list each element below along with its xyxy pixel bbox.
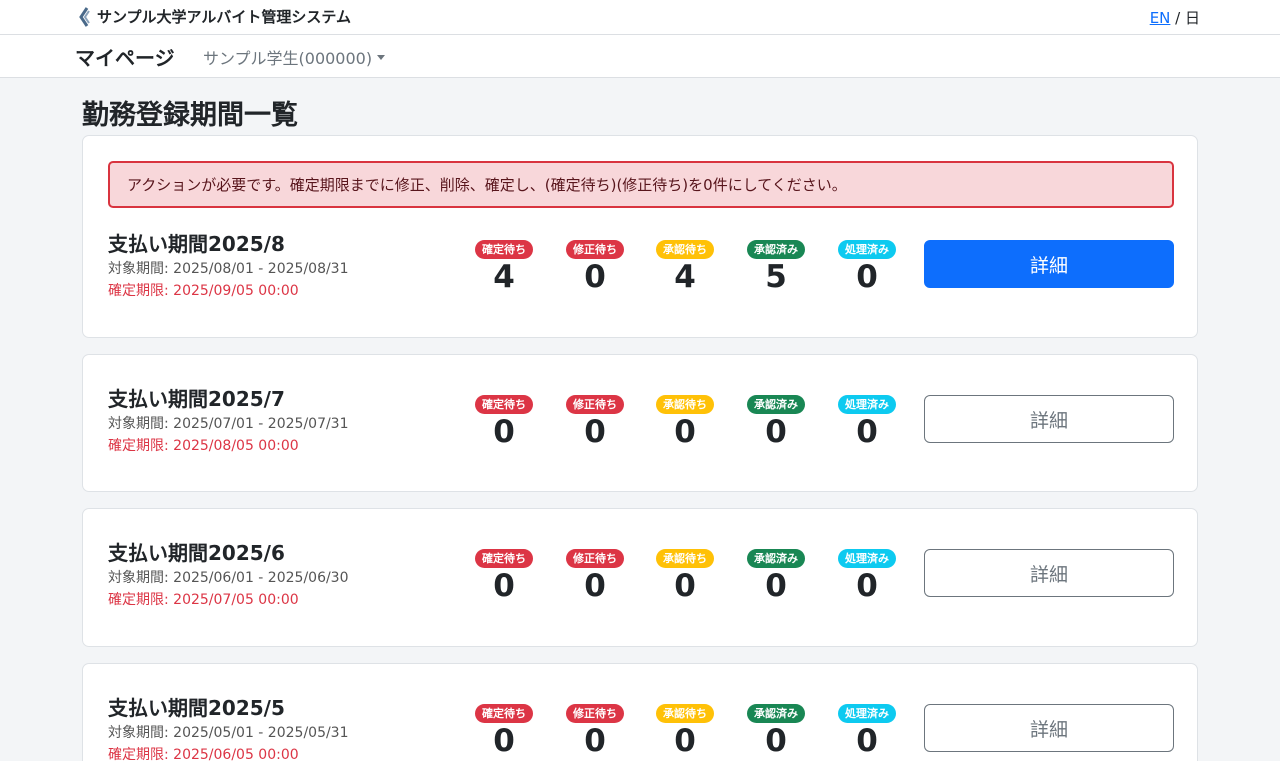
stat-pending-confirm: 確定待ち 0: [471, 702, 537, 758]
status-badge: 承認済み: [747, 395, 805, 414]
stat-approved: 承認済み 5: [743, 238, 809, 294]
status-badge: 承認待ち: [656, 549, 714, 568]
period-range: 対象期間: 2025/08/01 - 2025/08/31: [108, 261, 349, 277]
status-badge: 承認済み: [747, 549, 805, 568]
stat-pending-confirm: 確定待ち 0: [471, 547, 537, 603]
stat-approved: 承認済み 0: [743, 547, 809, 603]
period-deadline: 確定期限: 2025/06/05 00:00: [108, 747, 299, 761]
stat-pending-approval: 承認待ち 4: [652, 238, 718, 294]
status-badge: 修正待ち: [566, 240, 624, 259]
stat-pending-approval: 承認待ち 0: [652, 393, 718, 449]
detail-button[interactable]: 詳細: [924, 395, 1174, 443]
stat-count: 0: [856, 414, 878, 450]
status-badge: 確定待ち: [475, 549, 533, 568]
status-badge: 承認待ち: [656, 240, 714, 259]
period-info: 支払い期間2025/7 対象期間: 2025/07/01 - 2025/07/3…: [108, 387, 349, 455]
logo-icon: [79, 6, 90, 27]
stat-count: 0: [674, 414, 696, 450]
stat-processed: 処理済み 0: [834, 393, 900, 449]
status-badge: 修正待ち: [566, 704, 624, 723]
lang-en-link[interactable]: EN: [1150, 9, 1171, 27]
stat-pending-fix: 修正待ち 0: [562, 238, 628, 294]
stat-pending-confirm: 確定待ち 0: [471, 393, 537, 449]
brand[interactable]: サンプル大学アルバイト管理システム: [78, 6, 351, 27]
status-badge: 承認待ち: [656, 704, 714, 723]
period-range: 対象期間: 2025/05/01 - 2025/05/31: [108, 725, 349, 741]
detail-button[interactable]: 詳細: [924, 240, 1174, 288]
action-required-alert: アクションが必要です。確定期限までに修正、削除、確定し、(確定待ち)(修正待ち)…: [108, 161, 1174, 208]
stat-count: 0: [765, 568, 787, 604]
status-badge: 修正待ち: [566, 549, 624, 568]
stat-count: 0: [856, 568, 878, 604]
period-card: 支払い期間2025/7 対象期間: 2025/07/01 - 2025/07/3…: [82, 354, 1198, 492]
top-bar: サンプル大学アルバイト管理システム EN / 日: [0, 0, 1280, 35]
stat-count: 5: [765, 259, 787, 295]
stat-pending-approval: 承認待ち 0: [652, 702, 718, 758]
stat-count: 0: [584, 568, 606, 604]
stat-count: 0: [493, 568, 515, 604]
user-dropdown[interactable]: サンプル学生(000000): [203, 45, 386, 69]
navbar: マイページ サンプル学生(000000): [0, 35, 1280, 78]
status-badge: 確定待ち: [475, 395, 533, 414]
status-badge: 処理済み: [838, 395, 896, 414]
stat-pending-confirm: 確定待ち 4: [471, 238, 537, 294]
period-deadline: 確定期限: 2025/07/05 00:00: [108, 592, 299, 608]
status-badge: 確定待ち: [475, 240, 533, 259]
nav-title-mypage[interactable]: マイページ: [75, 42, 175, 71]
stat-count: 0: [493, 723, 515, 759]
stat-count: 0: [765, 414, 787, 450]
stat-count: 4: [674, 259, 696, 295]
status-badge: 処理済み: [838, 549, 896, 568]
period-name: 支払い期間2025/6: [108, 541, 285, 565]
period-card: 支払い期間2025/6 対象期間: 2025/06/01 - 2025/06/3…: [82, 508, 1198, 647]
stat-processed: 処理済み 0: [834, 547, 900, 603]
stat-count: 0: [674, 568, 696, 604]
lang-separator: /: [1170, 9, 1185, 27]
user-name: サンプル学生(000000): [203, 49, 373, 68]
stat-count: 0: [674, 723, 696, 759]
period-range: 対象期間: 2025/06/01 - 2025/06/30: [108, 570, 349, 586]
period-name: 支払い期間2025/8: [108, 232, 285, 256]
stat-count: 4: [493, 259, 515, 295]
stat-pending-fix: 修正待ち 0: [562, 547, 628, 603]
period-card: 支払い期間2025/5 対象期間: 2025/05/01 - 2025/05/3…: [82, 663, 1198, 761]
detail-button[interactable]: 詳細: [924, 704, 1174, 752]
stat-pending-fix: 修正待ち 0: [562, 393, 628, 449]
status-badge: 処理済み: [838, 240, 896, 259]
stat-approved: 承認済み 0: [743, 393, 809, 449]
stat-processed: 処理済み 0: [834, 702, 900, 758]
period-name: 支払い期間2025/7: [108, 387, 285, 411]
stat-count: 0: [856, 723, 878, 759]
page-title: 勤務登録期間一覧: [82, 100, 298, 131]
stat-count: 0: [584, 414, 606, 450]
period-range: 対象期間: 2025/07/01 - 2025/07/31: [108, 416, 349, 432]
language-switcher: EN / 日: [1150, 7, 1200, 28]
status-badge: 処理済み: [838, 704, 896, 723]
period-deadline: 確定期限: 2025/09/05 00:00: [108, 283, 299, 299]
stat-approved: 承認済み 0: [743, 702, 809, 758]
stat-count: 0: [493, 414, 515, 450]
status-badge: 修正待ち: [566, 395, 624, 414]
period-name: 支払い期間2025/5: [108, 696, 285, 720]
status-badge: 確定待ち: [475, 704, 533, 723]
stat-pending-approval: 承認待ち 0: [652, 547, 718, 603]
stat-count: 0: [584, 259, 606, 295]
status-badge: 承認待ち: [656, 395, 714, 414]
brand-name: サンプル大学アルバイト管理システム: [97, 8, 351, 26]
stat-count: 0: [584, 723, 606, 759]
period-info: 支払い期間2025/6 対象期間: 2025/06/01 - 2025/06/3…: [108, 541, 349, 609]
period-card: アクションが必要です。確定期限までに修正、削除、確定し、(確定待ち)(修正待ち)…: [82, 135, 1198, 338]
caret-down-icon: [377, 54, 386, 60]
period-info: 支払い期間2025/8 対象期間: 2025/08/01 - 2025/08/3…: [108, 232, 349, 300]
stat-processed: 処理済み 0: [834, 238, 900, 294]
status-badge: 承認済み: [747, 240, 805, 259]
detail-button[interactable]: 詳細: [924, 549, 1174, 597]
status-badge: 承認済み: [747, 704, 805, 723]
stat-count: 0: [765, 723, 787, 759]
lang-ja[interactable]: 日: [1185, 9, 1200, 27]
stat-pending-fix: 修正待ち 0: [562, 702, 628, 758]
period-info: 支払い期間2025/5 対象期間: 2025/05/01 - 2025/05/3…: [108, 696, 349, 761]
period-deadline: 確定期限: 2025/08/05 00:00: [108, 438, 299, 454]
stat-count: 0: [856, 259, 878, 295]
